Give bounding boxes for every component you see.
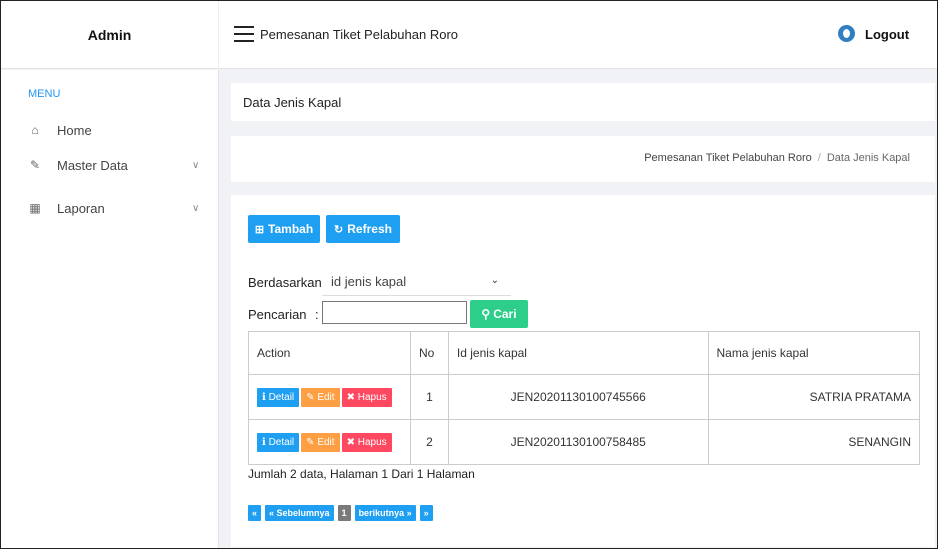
delete-button[interactable]: ✖ Hapus bbox=[341, 387, 392, 407]
filter-by-select[interactable]: id jenis kapal ⌄ bbox=[322, 267, 511, 296]
cell-nama: SENANGIN bbox=[707, 419, 920, 465]
top-navbar: Admin Pemesanan Tiket Pelabuhan Roro Log… bbox=[1, 1, 937, 69]
page-title: Data Jenis Kapal bbox=[243, 95, 342, 110]
info-icon: ℹ bbox=[262, 391, 269, 403]
detail-button[interactable]: ℹ Detail bbox=[257, 432, 300, 452]
data-card: ⊞ Tambah ↻ Refresh Berdasarkan: id jenis k… bbox=[231, 195, 935, 547]
breadcrumb: Pemesanan Tiket Pelabuhan Roro / Data Jeni… bbox=[644, 152, 910, 164]
current-page-button[interactable]: 1 bbox=[337, 505, 351, 521]
action-cell: ℹ Detail ✎ Edit ✖ Hapus bbox=[248, 419, 411, 465]
page-title-card: Data Jenis Kapal bbox=[231, 83, 935, 121]
column-header-nama: Nama jenis kapal bbox=[707, 331, 920, 375]
cell-no: 1 bbox=[409, 374, 449, 420]
sidebar: MENU ⌂ Home ✎ Master Data ∨ ▦ Laporan ∨ bbox=[1, 70, 219, 548]
action-cell: ℹ Detail ✎ Edit ✖ Hapus bbox=[248, 374, 411, 420]
table-row: ℹ Detail ✎ Edit ✖ Hapus 1 JEN20201130100… bbox=[248, 374, 920, 420]
edit-button[interactable]: ✎ Edit bbox=[301, 432, 340, 452]
breadcrumb-current: Data Jenis Kapal bbox=[826, 152, 910, 164]
plus-square-icon: ⊞ bbox=[254, 223, 265, 236]
info-icon: ℹ bbox=[262, 436, 269, 448]
refresh-icon: ↻ bbox=[334, 223, 344, 236]
edit-icon: ✎ bbox=[29, 158, 41, 172]
sidebar-item-home[interactable]: ⌂ Home bbox=[1, 117, 219, 143]
column-header-no: No bbox=[409, 331, 449, 375]
chevron-down-icon: ∨ bbox=[192, 202, 200, 214]
search-icon: ⚲ bbox=[481, 307, 491, 321]
next-page-button[interactable]: berikutnya » bbox=[354, 505, 416, 521]
logout-link[interactable]: Logout bbox=[865, 27, 909, 42]
edit-icon: ✎ bbox=[306, 391, 318, 403]
refresh-button[interactable]: ↻ Refresh bbox=[326, 215, 400, 243]
sidebar-item-laporan[interactable]: ▦ Laporan ∨ bbox=[1, 195, 219, 221]
search-label-colon: : bbox=[315, 307, 319, 322]
search-label: Pencarian bbox=[248, 307, 307, 322]
home-icon: ⌂ bbox=[31, 123, 39, 137]
data-table: Action No Id jenis kapal Nama jenis kapa… bbox=[248, 331, 920, 465]
cell-id: JEN20201130100758485 bbox=[447, 419, 709, 465]
chevron-down-icon: ∨ bbox=[192, 159, 200, 171]
close-icon: ✖ bbox=[346, 436, 358, 448]
app-title: Pemesanan Tiket Pelabuhan Roro bbox=[260, 27, 459, 42]
chevron-down-icon: ⌄ bbox=[490, 275, 499, 286]
pagination-summary: Jumlah 2 data, Halaman 1 Dari 1 Halaman bbox=[248, 467, 475, 481]
first-page-button[interactable]: « bbox=[248, 505, 262, 521]
cell-nama: SATRIA PRATAMA bbox=[707, 374, 920, 420]
sidebar-item-label: Master Data bbox=[57, 157, 128, 173]
delete-button[interactable]: ✖ Hapus bbox=[341, 432, 392, 452]
cell-id: JEN20201130100745566 bbox=[447, 374, 709, 420]
table-row: ℹ Detail ✎ Edit ✖ Hapus 2 JEN20201130100… bbox=[248, 419, 920, 465]
last-page-button[interactable]: » bbox=[419, 505, 433, 521]
brand-logo[interactable]: Admin bbox=[1, 1, 219, 69]
close-icon: ✖ bbox=[346, 391, 358, 403]
table-header-row: Action No Id jenis kapal Nama jenis kapa… bbox=[248, 331, 920, 375]
edit-icon: ✎ bbox=[306, 436, 318, 448]
breadcrumb-root-link[interactable]: Pemesanan Tiket Pelabuhan Roro bbox=[644, 152, 812, 164]
detail-button[interactable]: ℹ Detail bbox=[257, 387, 300, 407]
column-header-action: Action bbox=[248, 331, 411, 375]
edit-button[interactable]: ✎ Edit bbox=[301, 387, 340, 407]
breadcrumb-separator: / bbox=[817, 152, 821, 164]
app-window: Admin Pemesanan Tiket Pelabuhan Roro Log… bbox=[0, 0, 938, 549]
cell-no: 2 bbox=[409, 419, 449, 465]
sidebar-item-label: Laporan bbox=[57, 200, 105, 216]
search-button[interactable]: ⚲ Cari bbox=[470, 300, 528, 328]
pagination: « « Sebelumnya 1 berikutnya » » bbox=[248, 505, 433, 521]
user-avatar-icon[interactable] bbox=[838, 25, 855, 42]
hamburger-menu-icon[interactable] bbox=[234, 26, 254, 42]
sidebar-menu-heading: MENU bbox=[28, 88, 61, 100]
filter-by-label: Berdasarkan: bbox=[248, 275, 326, 290]
breadcrumb-card: Pemesanan Tiket Pelabuhan Roro / Data Jeni… bbox=[231, 136, 935, 182]
sidebar-item-label: Home bbox=[57, 122, 92, 138]
add-button[interactable]: ⊞ Tambah bbox=[248, 215, 320, 243]
search-input[interactable] bbox=[322, 301, 467, 324]
sidebar-item-master-data[interactable]: ✎ Master Data ∨ bbox=[1, 152, 219, 178]
calendar-icon: ▦ bbox=[29, 201, 41, 215]
column-header-id: Id jenis kapal bbox=[447, 331, 709, 375]
previous-page-button[interactable]: « Sebelumnya bbox=[265, 505, 334, 521]
